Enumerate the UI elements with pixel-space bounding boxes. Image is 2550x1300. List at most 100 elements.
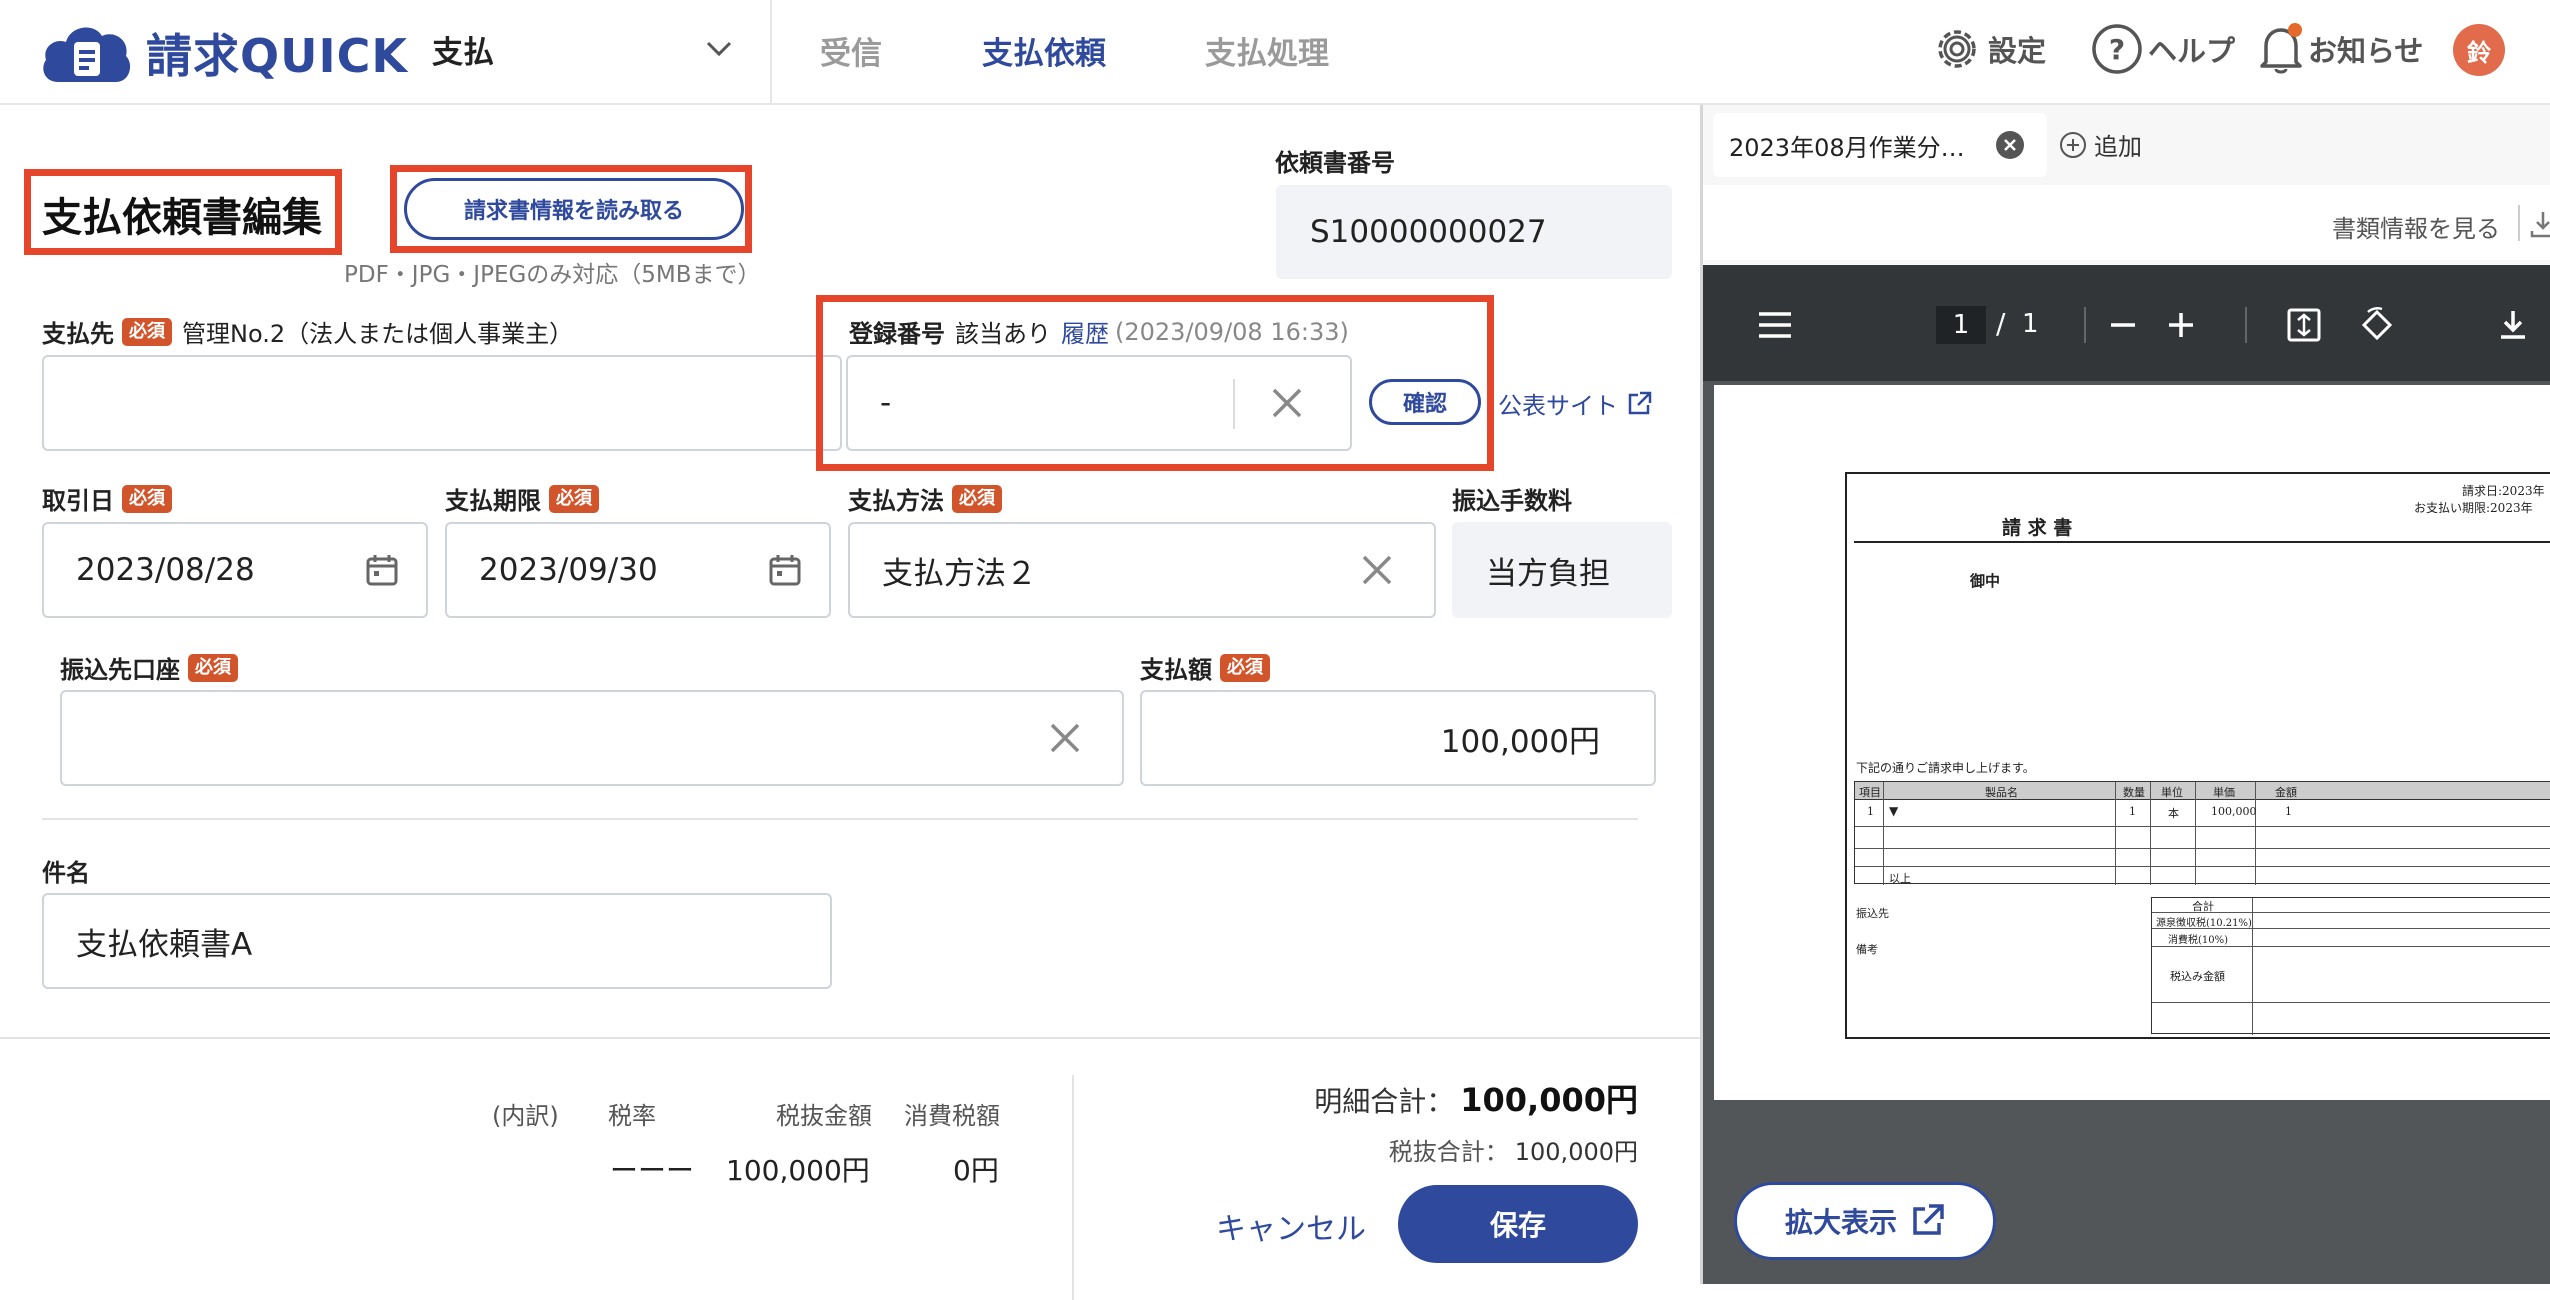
avatar-initial: 鈴 xyxy=(2467,38,2491,67)
row1-price: 100,000 xyxy=(2211,805,2257,818)
detail-total-value: 100,000円 xyxy=(1460,1081,1638,1119)
menu-icon[interactable] xyxy=(1757,310,1793,340)
transaction-date-label: 取引日 xyxy=(42,487,114,515)
settings-button[interactable]: 設定 xyxy=(1930,24,2046,74)
title-underline xyxy=(1854,541,2550,543)
payment-due-input[interactable]: 2023/09/30 xyxy=(445,522,831,618)
col-price: 単価 xyxy=(2213,786,2235,799)
col-qty: 数量 xyxy=(2123,786,2145,799)
row-rate: ーーー xyxy=(610,1154,695,1187)
cancel-button[interactable]: キャンセル xyxy=(1216,1204,1366,1248)
detail-total-label: 明細合計： xyxy=(1314,1085,1455,1118)
file-tab-label: 2023年08月作業分… xyxy=(1729,133,1965,162)
close-icon[interactable] xyxy=(1995,130,2025,160)
required-badge: 必須 xyxy=(122,484,172,513)
summary-footer: (内訳) 税率 税抜金額 消費税額 ーーー 100,000円 0円 明細合計： … xyxy=(0,1037,1700,1300)
app-logo[interactable]: 請求QUICK xyxy=(38,20,408,86)
detail-total-row: 明細合計： 100,000円 xyxy=(1200,1075,1638,1121)
pdf-page: 請求日:2023年 お支払い期限:2023年 請 求 書 御中 下記の通りご請求… xyxy=(1714,385,2550,1100)
highlight-registration xyxy=(816,295,1494,471)
document-viewer: 2023年08月作業分… 追加 書類情報を見る 1 / 1 請求日:2023年 … xyxy=(1700,105,2550,1284)
payment-method-label-row: 支払方法 必須 xyxy=(848,481,1002,516)
clear-icon[interactable] xyxy=(1048,721,1082,755)
gear-icon xyxy=(1938,30,1976,68)
tab-receive[interactable]: 受信 xyxy=(820,28,882,73)
request-number-field: S10000000027 xyxy=(1276,185,1672,279)
external-link-icon xyxy=(1913,1204,1944,1235)
avatar[interactable]: 鈴 xyxy=(2453,24,2505,76)
col-product: 製品名 xyxy=(1985,786,2018,799)
tab-payment-processing[interactable]: 支払処理 xyxy=(1205,28,1329,73)
zoom-in-icon[interactable] xyxy=(2166,310,2196,340)
download-icon[interactable] xyxy=(2528,209,2550,239)
pretax-total-value: 100,000円 xyxy=(1514,1138,1638,1166)
download-pdf-icon[interactable] xyxy=(2496,308,2530,342)
add-file-label: 追加 xyxy=(2094,133,2142,161)
invoice-intro: 下記の通りご請求申し上げます。 xyxy=(1856,761,2035,775)
page-number-input[interactable]: 1 xyxy=(1936,306,1986,344)
col-unit: 単位 xyxy=(2161,786,2183,799)
calendar-icon[interactable] xyxy=(767,552,803,588)
save-button[interactable]: 保存 xyxy=(1398,1185,1638,1263)
table-col-line xyxy=(2150,782,2151,885)
invoice-tax-label: 消費税(10%) xyxy=(2168,935,2229,946)
zoom-out-icon[interactable] xyxy=(2108,310,2138,340)
payment-due-label: 支払期限 xyxy=(445,487,541,515)
toolbar-divider xyxy=(2084,307,2086,343)
row-tax: 0円 xyxy=(953,1154,999,1187)
amount-input[interactable]: 100,000円 xyxy=(1140,690,1656,786)
transfer-fee-field: 当方負担 xyxy=(1452,522,1672,618)
transaction-date-label-row: 取引日 必須 xyxy=(42,481,172,516)
fit-page-icon[interactable] xyxy=(2286,307,2322,343)
invoice-totals-table: 合計 源泉徴収税(10.21%) 消費税(10%) 税込み金額 xyxy=(2151,897,2550,1035)
table-row-line xyxy=(1855,826,2550,827)
tab-payment-request[interactable]: 支払依頼 xyxy=(982,28,1106,73)
payee-input[interactable] xyxy=(42,355,842,451)
request-number-value: S10000000027 xyxy=(1310,214,1547,250)
page-total: 1 xyxy=(2022,309,2039,339)
breakdown-label: (内訳) xyxy=(492,1102,559,1130)
invoice-due-date: お支払い期限:2023年 xyxy=(2414,501,2533,515)
required-badge: 必須 xyxy=(549,484,599,513)
rotate-icon[interactable] xyxy=(2358,306,2396,344)
logo-text: 請求QUICK xyxy=(146,29,408,83)
save-label: 保存 xyxy=(1489,1209,1546,1242)
bank-account-select[interactable] xyxy=(60,690,1124,786)
notifications-button[interactable]: お知らせ xyxy=(2258,23,2423,74)
subject-label: 件名 xyxy=(42,859,90,887)
payment-due-value: 2023/09/30 xyxy=(479,552,658,588)
doc-info-link[interactable]: 書類情報を見る xyxy=(2332,209,2500,244)
invoice-withholding-label: 源泉徴収税(10.21%) xyxy=(2156,918,2252,929)
payment-method-select[interactable]: 支払方法２ xyxy=(848,522,1436,618)
row1-item: 1 xyxy=(1867,805,1874,818)
totals-row-line xyxy=(2152,1002,2550,1003)
required-badge: 必須 xyxy=(122,317,172,346)
page-separator: / xyxy=(1996,307,2006,340)
totals-col-line xyxy=(2252,898,2253,1035)
table-row-line xyxy=(1855,866,2550,867)
subject-input[interactable]: 支払依頼書A xyxy=(42,893,832,989)
file-tab[interactable]: 2023年08月作業分… xyxy=(1713,113,2047,177)
bell-icon xyxy=(2260,23,2302,74)
required-badge: 必須 xyxy=(188,653,238,682)
pretax-total-row: 税抜合計： 100,000円 xyxy=(1200,1132,1638,1167)
table-col-line xyxy=(1883,782,1884,885)
calendar-icon[interactable] xyxy=(364,552,400,588)
table-col-line xyxy=(2195,782,2196,885)
module-select[interactable]: 支払 xyxy=(432,24,732,74)
transaction-date-value: 2023/08/28 xyxy=(76,552,255,588)
form-panel: 支払依頼書編集 請求書情報を読み取る PDF・JPG・JPEGのみ対応（5MBま… xyxy=(0,105,1700,1039)
pretax-total-label: 税抜合計： xyxy=(1388,1138,1509,1166)
transaction-date-input[interactable]: 2023/08/28 xyxy=(42,522,428,618)
transfer-fee-label: 振込手数料 xyxy=(1452,487,1572,515)
public-site-link[interactable]: 公表サイト xyxy=(1498,386,1652,421)
add-file-button[interactable]: 追加 xyxy=(2058,127,2142,162)
clear-icon[interactable] xyxy=(1360,553,1394,587)
expand-view-label: 拡大表示 xyxy=(1784,1206,1897,1239)
highlight-title xyxy=(24,169,342,255)
row1-unit: 本 xyxy=(2168,807,2179,820)
page-current: 1 xyxy=(1952,310,1970,340)
col-tax: 消費税額 xyxy=(904,1102,1000,1130)
help-button[interactable]: ? ヘルプ xyxy=(2090,24,2235,74)
expand-view-button[interactable]: 拡大表示 xyxy=(1734,1182,1996,1260)
